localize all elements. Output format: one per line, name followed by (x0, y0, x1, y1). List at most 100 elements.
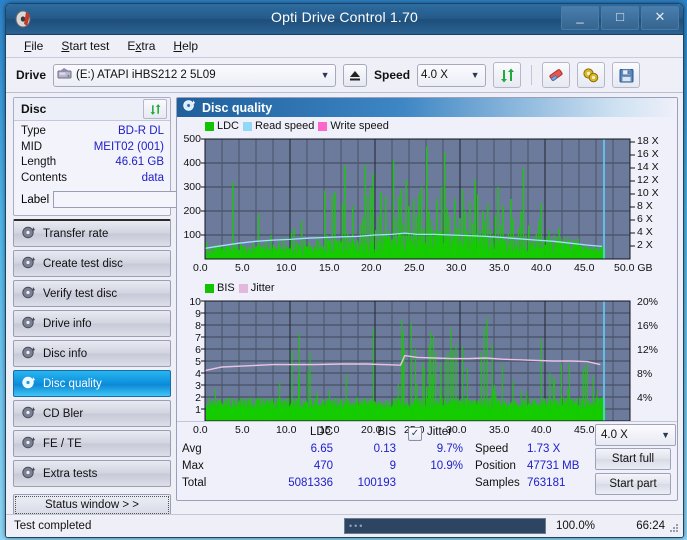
chevron-down-icon: ▼ (320, 70, 330, 80)
bis-ytick-7: 7 (195, 332, 201, 344)
close-button[interactable]: ✕ (641, 6, 679, 30)
ldc-rtick-2x: 2 X (637, 239, 653, 251)
sidebar-item-disc-info[interactable]: Disc info (13, 340, 171, 367)
refresh-icon (500, 68, 514, 82)
minimize-button[interactable]: _ (561, 6, 599, 30)
disc-icon (22, 436, 36, 452)
sidebar-item-fe-te[interactable]: FE / TE (13, 430, 171, 457)
eject-icon (350, 70, 361, 80)
start-full-label: Start full (611, 453, 655, 465)
menu-item-start-test[interactable]: Start test (61, 39, 109, 53)
bis-ytick-5: 5 (195, 356, 201, 368)
status-window-button[interactable]: Status window > > (13, 494, 171, 516)
position-stat-label: Position (475, 460, 516, 472)
sidebar-item-label: Extra tests (43, 467, 98, 480)
disc-icon (22, 466, 36, 482)
menu-item-help[interactable]: Help (173, 39, 198, 53)
sidebar-item-drive-info[interactable]: Drive info (13, 310, 171, 337)
ldc-ytick-300: 300 (183, 181, 201, 193)
app-window: Opti Drive Control 1.70 _ □ ✕ File Start… (5, 3, 684, 538)
save-button[interactable] (612, 62, 641, 88)
disc-icon (22, 346, 36, 362)
speed-select[interactable]: 4.0 X ▼ (417, 63, 487, 87)
disc-info-group: Disc Type BD-R DL MID MEIT02 (001) Lengt… (13, 97, 225, 216)
progress-dots: ••• (349, 521, 365, 531)
chevron-down-icon: ▼ (470, 70, 480, 80)
legend-swatch-ldc (205, 121, 214, 131)
menu-item-file[interactable]: File (24, 39, 43, 53)
bis-ytick-2: 2 (195, 392, 201, 404)
eraser-icon (549, 68, 563, 81)
disc-icon (22, 376, 36, 392)
disc-icon (22, 256, 36, 272)
ldc-xtick-45: 45.0 (574, 262, 595, 274)
status-message: Test completed (14, 520, 92, 532)
menu-bar: File Start test Extra Help (6, 35, 683, 58)
menu-extra-rest: tra (141, 39, 156, 53)
legend-swatch-jitter (238, 283, 248, 293)
stats-header-bis: BIS (377, 426, 396, 438)
progress-fill (345, 519, 545, 533)
resize-grip-icon (670, 524, 678, 532)
bis-ytick-4: 4 (195, 368, 201, 380)
speed-stat-label: Speed (475, 443, 509, 455)
test-speed-select[interactable]: 4.0 X ▼ (595, 424, 676, 446)
disc-label-label: Label (21, 193, 50, 206)
disc-contents-value: data (141, 171, 164, 184)
disc-type-label: Type (21, 125, 46, 137)
sidebar-item-extra-tests[interactable]: Extra tests (13, 460, 171, 487)
stats-ldc-avg: 6.65 (310, 443, 333, 455)
refresh-button[interactable] (493, 62, 522, 88)
sidebar-item-disc-quality[interactable]: Disc quality (13, 370, 171, 397)
menu-help-accel: H (173, 39, 183, 53)
bis-ytick-10: 10 (189, 296, 201, 308)
start-part-label: Start part (609, 478, 657, 490)
erase-button[interactable] (542, 62, 571, 88)
progress-bar: ••• (344, 518, 546, 534)
drive-icon (57, 67, 72, 84)
menu-item-extra[interactable]: Extra (127, 39, 155, 53)
sidebar-item-label: Drive info (43, 317, 92, 330)
sidebar-item-label: Disc quality (43, 377, 102, 390)
stats-row-avg-label: Avg (182, 443, 202, 455)
maximize-button[interactable]: □ (601, 6, 639, 30)
stats-panel: LDC BIS Avg Max Total 6.65 470 5081336 0… (177, 421, 677, 500)
ldc-rtick-4x: 4 X (637, 226, 653, 238)
ldc-xtick-40: 40.0 (531, 262, 552, 274)
start-full-button[interactable]: Start full (595, 448, 671, 470)
bis-ytick-9: 9 (195, 308, 201, 320)
bis-rtick-8pct: 8% (637, 368, 653, 380)
charts-area: LDC Read speed Write speed 500 400 300 2… (177, 117, 678, 436)
ldc-rtick-18x: 18 X (637, 135, 659, 147)
disc-row-length: Length 46.61 GB (21, 155, 164, 171)
ldc-ytick-100: 100 (183, 229, 201, 241)
stats-ldc-max: 470 (313, 460, 333, 472)
eject-button[interactable] (343, 63, 368, 87)
sidebar-item-verify-test-disc[interactable]: Verify test disc (13, 280, 171, 307)
jitter-checkbox[interactable] (408, 427, 422, 441)
disc-refresh-button[interactable] (143, 99, 167, 119)
chevron-down-icon: ▼ (661, 430, 670, 440)
stats-row-max-label: Max (182, 460, 204, 472)
ldc-xtick-20: 20.0 (361, 262, 382, 274)
position-stat-value: 47731 MB (527, 460, 580, 472)
ldc-rtick-16x: 16 X (637, 148, 659, 160)
disc-icon (22, 316, 36, 332)
stats-jitter-max: 10.9% (430, 460, 463, 472)
ldc-xtick-30: 30.0 (446, 262, 467, 274)
ldc-rtick-12x: 12 X (637, 174, 659, 186)
drive-select[interactable]: (E:) ATAPI iHBS212 2 5L09 ▼ (53, 63, 337, 87)
sidebar-item-create-test-disc[interactable]: Create test disc (13, 250, 171, 277)
stats-jitter-avg: 9.7% (436, 443, 463, 455)
sidebar-item-cd-bler[interactable]: CD Bler (13, 400, 171, 427)
sidebar-item-transfer-rate[interactable]: Transfer rate (13, 219, 171, 247)
toolbar-separator (531, 65, 533, 85)
settings-button[interactable] (577, 62, 606, 88)
ldc-xtick-10: 10.0 (276, 262, 297, 274)
start-part-button[interactable]: Start part (595, 473, 671, 495)
ldc-rtick-8x: 8 X (637, 200, 653, 212)
gear-icon (583, 67, 599, 82)
drive-value: (E:) ATAPI iHBS212 2 5L09 (76, 69, 216, 81)
sidebar-item-label: Disc info (43, 347, 88, 360)
ldc-chart[interactable] (177, 131, 678, 283)
